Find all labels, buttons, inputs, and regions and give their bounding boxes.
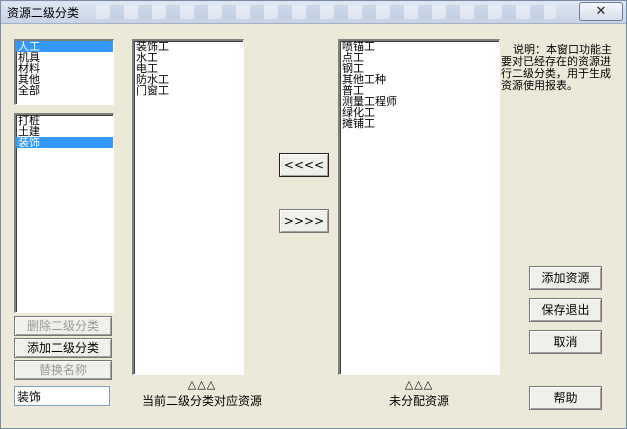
unassigned-resources-sort-marker[interactable]: △△△ — [338, 378, 500, 391]
subcategory-list-item[interactable]: 装饰 — [16, 137, 113, 148]
current-resource-item[interactable]: 门窗工 — [134, 85, 243, 96]
move-right-button[interactable]: >>>> — [279, 209, 329, 233]
category-list-item[interactable]: 全部 — [16, 85, 113, 96]
cancel-button[interactable]: 取消 — [529, 330, 602, 354]
close-button[interactable]: ✕ — [579, 2, 623, 21]
title-bar-decoration — [96, 5, 556, 19]
subcategory-list[interactable]: 打桩 土建 装饰 — [14, 113, 114, 313]
window-title: 资源二级分类 — [7, 6, 80, 20]
description-text: 说明：本窗口功能主要对已经存在的资源进行二级分类，用于生成资源使用报表。 — [501, 43, 612, 92]
add-resource-button[interactable]: 添加资源 — [529, 266, 602, 290]
unassigned-resources-caption: 未分配资源 — [388, 394, 449, 408]
help-button[interactable]: 帮助 — [529, 386, 602, 410]
move-left-button[interactable]: <<<< — [279, 153, 329, 177]
subcategory-name-input[interactable] — [14, 386, 110, 406]
current-resources-sort-marker[interactable]: △△△ — [132, 378, 272, 391]
category-list[interactable]: 人工 机具 材料 其他 全部 — [14, 39, 114, 105]
title-bar[interactable]: 资源二级分类 ✕ — [1, 1, 626, 24]
rename-button[interactable]: 替换名称 — [14, 360, 112, 380]
dialog-window: 资源二级分类 ✕ 人工 机具 材料 其他 全部 打桩 土建 装饰 删除二级分类 添加二级分类… — [0, 0, 627, 429]
delete-subcategory-button[interactable]: 删除二级分类 — [14, 316, 112, 336]
unassigned-resource-item[interactable]: 摊铺工 — [340, 118, 499, 129]
save-exit-button[interactable]: 保存退出 — [529, 298, 602, 322]
add-subcategory-button[interactable]: 添加二级分类 — [14, 338, 112, 358]
current-resources-list[interactable]: 装饰工 水工 电工 防水工 门窗工 — [132, 39, 244, 375]
unassigned-resources-list[interactable]: 喷锚工 点工 钢工 其他工种 普工 测量工程师 绿化工 摊铺工 — [338, 39, 500, 375]
current-resources-caption: 当前二级分类对应资源 — [141, 394, 262, 408]
